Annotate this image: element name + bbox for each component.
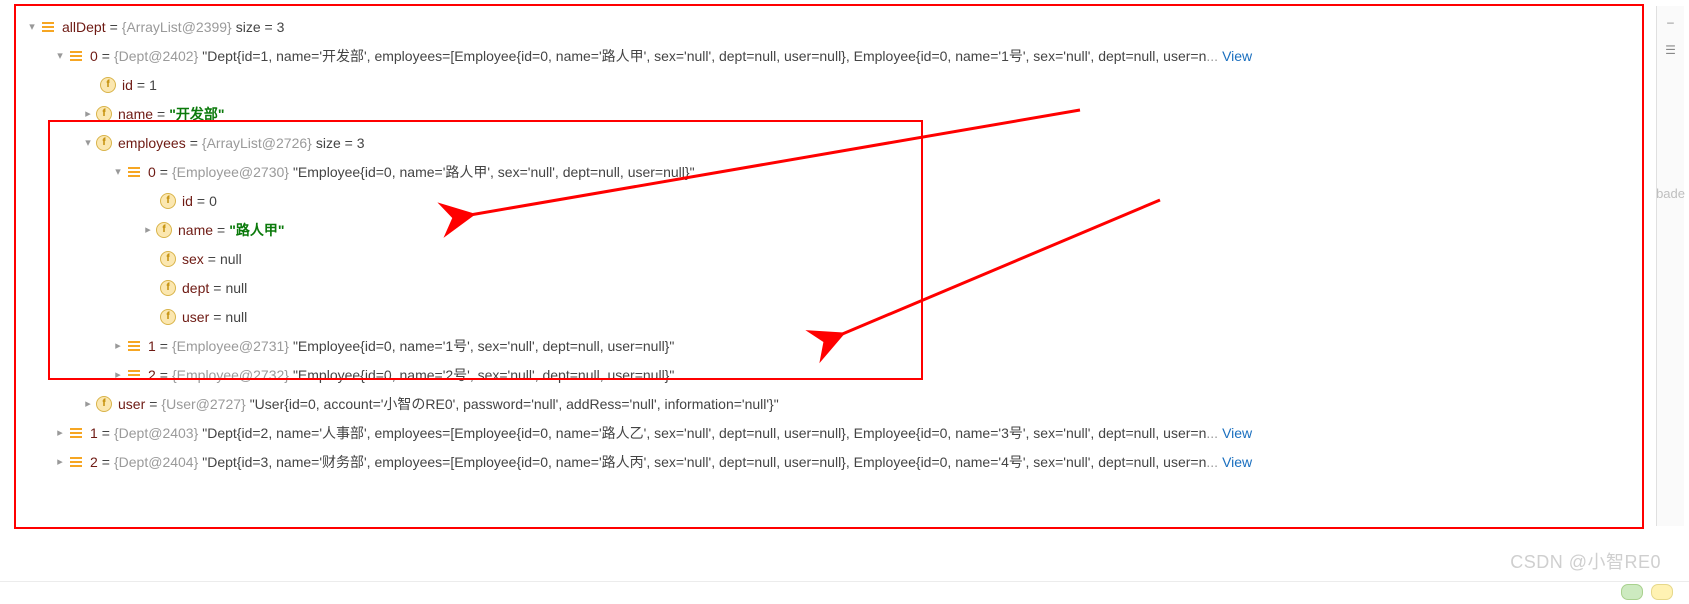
object-ref: {Employee@2730}	[172, 164, 289, 180]
ellipsis: ...	[1206, 48, 1218, 64]
object-ref: {ArrayList@2726}	[202, 135, 312, 151]
array-index: 1	[148, 338, 156, 354]
field-value: null	[220, 251, 242, 267]
expand-toggle[interactable]: ▾	[52, 49, 68, 62]
field-name: user	[182, 309, 209, 325]
expand-toggle[interactable]: ▸	[80, 107, 96, 120]
tree-row-user[interactable]: ▸ f user = {User@2727} "User{id=0, accou…	[16, 389, 1642, 418]
tree-row-dept1[interactable]: ▸ 1 = {Dept@2403} "Dept{id=2, name='人事部'…	[16, 418, 1642, 447]
tree-row-employees[interactable]: ▾ f employees = {ArrayList@2726} size = …	[16, 128, 1642, 157]
tree-row-dept2[interactable]: ▸ 2 = {Dept@2404} "Dept{id=3, name='财务部'…	[16, 447, 1642, 476]
tree-row-emp0-sex[interactable]: f sex = null	[16, 244, 1642, 273]
field-icon: f	[96, 396, 112, 412]
object-ref: {Dept@2402}	[114, 48, 198, 64]
list-icon	[126, 367, 142, 383]
tree-row-emp0-dept[interactable]: f dept = null	[16, 273, 1642, 302]
field-value: 1	[149, 77, 157, 93]
debug-variables-panel: ▾ allDept = {ArrayList@2399} size = 3 ▾ …	[14, 4, 1644, 529]
object-ref: {Dept@2403}	[114, 425, 198, 441]
field-name: user	[118, 396, 145, 412]
expand-toggle[interactable]: ▸	[80, 397, 96, 410]
expand-toggle[interactable]: ▾	[110, 165, 126, 178]
field-icon: f	[160, 309, 176, 325]
tree-row-emp0[interactable]: ▾ 0 = {Employee@2730} "Employee{id=0, na…	[16, 157, 1642, 186]
field-name: name	[118, 106, 153, 122]
tostring-value: "Employee{id=0, name='2号', sex='null', d…	[293, 365, 674, 385]
object-ref: {Dept@2404}	[114, 454, 198, 470]
size-label: size = 3	[236, 19, 285, 35]
field-value: "路人甲"	[229, 220, 284, 240]
field-value: null	[225, 280, 247, 296]
field-name: id	[182, 193, 193, 209]
field-icon: f	[96, 135, 112, 151]
tree-row-dept0-name[interactable]: ▸ f name = "开发部"	[16, 99, 1642, 128]
expand-toggle[interactable]: ▸	[52, 455, 68, 468]
expand-toggle[interactable]: ▸	[110, 368, 126, 381]
tostring-value: "Employee{id=0, name='1号', sex='null', d…	[293, 336, 674, 356]
side-label: bade	[1656, 186, 1685, 201]
array-index: 0	[90, 48, 98, 64]
tree-row-emp0-user[interactable]: f user = null	[16, 302, 1642, 331]
tree-row-emp0-name[interactable]: ▸ f name = "路人甲"	[16, 215, 1642, 244]
toolbar-button-2[interactable]: ☰	[1661, 40, 1681, 60]
tree-row-emp1[interactable]: ▸ 1 = {Employee@2731} "Employee{id=0, na…	[16, 331, 1642, 360]
object-ref: {ArrayList@2399}	[122, 19, 232, 35]
array-index: 0	[148, 164, 156, 180]
view-link[interactable]: View	[1222, 425, 1252, 441]
side-toolbar: – ☰	[1656, 6, 1684, 526]
field-icon: f	[100, 77, 116, 93]
tree-row-alldept[interactable]: ▾ allDept = {ArrayList@2399} size = 3	[16, 12, 1642, 41]
view-link[interactable]: View	[1222, 48, 1252, 64]
list-icon	[68, 454, 84, 470]
list-icon	[68, 425, 84, 441]
field-value: "开发部"	[169, 104, 224, 124]
ellipsis: ...	[1206, 454, 1218, 470]
field-name: sex	[182, 251, 204, 267]
array-index: 2	[148, 367, 156, 383]
object-ref: {Employee@2731}	[172, 338, 289, 354]
view-link[interactable]: View	[1222, 454, 1252, 470]
field-icon: f	[160, 193, 176, 209]
list-icon	[68, 48, 84, 64]
status-pill-yellow[interactable]	[1651, 584, 1673, 600]
field-name: dept	[182, 280, 209, 296]
status-pill-green[interactable]	[1621, 584, 1643, 600]
expand-toggle[interactable]: ▾	[80, 136, 96, 149]
tree-row-dept0[interactable]: ▾ 0 = {Dept@2402} "Dept{id=1, name='开发部'…	[16, 41, 1642, 70]
object-ref: {User@2727}	[161, 396, 245, 412]
field-value: null	[225, 309, 247, 325]
tostring-value: "Dept{id=3, name='财务部', employees=[Emplo…	[202, 452, 1206, 472]
watermark: CSDN @小智RE0	[1510, 548, 1661, 574]
expand-toggle[interactable]: ▾	[24, 20, 40, 33]
tostring-value: "Dept{id=2, name='人事部', employees=[Emplo…	[202, 423, 1206, 443]
field-icon: f	[160, 280, 176, 296]
list-icon	[126, 338, 142, 354]
field-icon: f	[156, 222, 172, 238]
tree-row-dept0-id[interactable]: f id = 1	[16, 70, 1642, 99]
var-name: allDept	[62, 19, 106, 35]
toolbar-button-1[interactable]: –	[1661, 12, 1681, 32]
expand-toggle[interactable]: ▸	[110, 339, 126, 352]
status-bar	[0, 581, 1689, 602]
expand-toggle[interactable]: ▸	[52, 426, 68, 439]
tree-row-emp2[interactable]: ▸ 2 = {Employee@2732} "Employee{id=0, na…	[16, 360, 1642, 389]
tostring-value: "User{id=0, account='小智のRE0', password='…	[250, 394, 779, 414]
object-ref: {Employee@2732}	[172, 367, 289, 383]
array-index: 2	[90, 454, 98, 470]
field-icon: f	[160, 251, 176, 267]
size-label: size = 3	[316, 135, 365, 151]
tree-row-emp0-id[interactable]: f id = 0	[16, 186, 1642, 215]
field-name: id	[122, 77, 133, 93]
field-name: name	[178, 222, 213, 238]
list-icon	[126, 164, 142, 180]
expand-toggle[interactable]: ▸	[140, 223, 156, 236]
field-value: 0	[209, 193, 217, 209]
ellipsis: ...	[1206, 425, 1218, 441]
list-icon	[40, 19, 56, 35]
tostring-value: "Employee{id=0, name='路人甲', sex='null', …	[293, 162, 695, 182]
array-index: 1	[90, 425, 98, 441]
field-icon: f	[96, 106, 112, 122]
tostring-value: "Dept{id=1, name='开发部', employees=[Emplo…	[202, 46, 1206, 66]
field-name: employees	[118, 135, 186, 151]
